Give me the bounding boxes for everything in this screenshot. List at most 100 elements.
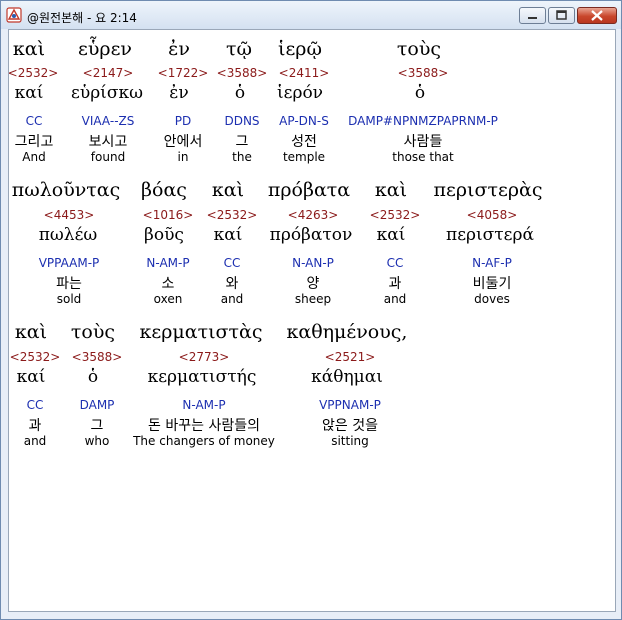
greek-word: πρόβατα [267,179,351,201]
korean-gloss: 양 [306,276,320,292]
lemma-word: περιστερά [446,225,534,245]
strong-number[interactable]: <1016> [143,208,194,222]
greek-word: καθημένους, [286,321,408,343]
app-window: @원전본해 - 요 2:14 καὶ <2532> καί CC 그리고 And… [0,0,622,620]
english-gloss: The changers of money [133,434,275,448]
english-gloss: sold [56,292,82,306]
korean-gloss: 과 [28,418,42,434]
title-bar[interactable]: @원전본해 - 요 2:14 [1,1,621,29]
parsing-code: CC [26,398,44,412]
strong-number[interactable]: <2147> [83,66,134,80]
greek-word: καὶ [211,179,245,201]
lemma-word: πωλέω [38,225,98,245]
korean-gloss: 와 [225,276,239,292]
greek-word: τῷ [225,38,253,60]
greek-word: καὶ [374,179,408,201]
greek-word: πωλοῦντας [11,179,121,201]
greek-word: κερματιστὰς [139,321,263,343]
interlinear-panel: καὶ <2532> καί CC 그리고 And εὗρεν <2147> ε… [8,29,616,612]
korean-gloss: 과 [388,276,402,292]
parsing-code: N-AM-P [146,256,190,270]
korean-gloss: 보시고 [88,134,128,150]
close-icon [591,10,603,21]
maximize-button[interactable] [548,7,575,24]
lemma-word: καί [376,225,406,245]
english-gloss: in [177,150,189,164]
lemma-word: ὁ [234,83,246,103]
korean-gloss: 앉은 것을 [322,418,378,434]
close-button[interactable] [577,7,617,24]
parsing-code: N-AM-P [182,398,226,412]
greek-word: περιστερὰς [433,179,543,201]
parsing-code: DAMP [79,398,115,412]
english-gloss: and [220,292,244,306]
strong-number[interactable]: <4058> [467,208,518,222]
english-gloss: and [383,292,407,306]
lemma-word: ἐν [169,83,189,103]
english-gloss: those that [392,150,454,164]
parsing-code: N-AN-P [292,256,334,270]
english-gloss: found [90,150,126,164]
english-gloss: sheep [294,292,332,306]
strong-number[interactable]: <1722> [158,66,209,80]
greek-word: βόας [141,179,187,201]
minimize-button[interactable] [519,7,546,24]
greek-word: ἐν [168,38,190,60]
korean-gloss: 그리고 [14,134,54,150]
korean-gloss: 비둘기 [472,276,512,292]
greek-word: τοὺς [396,38,442,60]
lemma-word: ὁ [87,367,99,387]
english-gloss: the [232,150,252,164]
english-gloss: doves [474,292,510,306]
lemma-word: ἱερόν [276,83,324,103]
parsing-code: VPPAAM-P [38,256,100,270]
strong-number[interactable]: <2532> [9,66,58,80]
parsing-code: PD [174,114,192,128]
strong-number[interactable]: <2521> [325,350,376,364]
korean-gloss: 사람들 [403,134,443,150]
korean-gloss: 그 [90,418,104,434]
korean-gloss: 성전 [291,134,317,150]
parsing-code: VIAA--ZS [81,114,135,128]
parsing-code: N-AF-P [472,256,512,270]
strong-number[interactable]: <3588> [398,66,449,80]
strong-number[interactable]: <3588> [217,66,268,80]
korean-gloss: 소 [161,276,175,292]
lemma-word: κερματιστής [147,367,257,387]
greek-word: τοὺς [70,321,116,343]
parsing-code: VPPNAM-P [319,398,381,412]
greek-word: καὶ [12,38,46,60]
parsing-code: CC [25,114,43,128]
maximize-icon [556,10,567,20]
greek-word: εὗρεν [78,38,132,60]
lemma-word: καί [14,83,44,103]
english-gloss: and [23,434,47,448]
strong-number[interactable]: <3588> [72,350,123,364]
lemma-word: καί [16,367,46,387]
lemma-word: καί [213,225,243,245]
strong-number[interactable]: <2532> [370,208,421,222]
window-title: @원전본해 - 요 2:14 [27,11,137,25]
lemma-word: ὁ [414,83,426,103]
strong-number[interactable]: <2532> [207,208,258,222]
parsing-code: DDNS [224,114,260,128]
greek-word: ἱερῷ [278,38,322,60]
korean-gloss: 안에서 [163,134,203,150]
strong-number[interactable]: <4453> [44,208,95,222]
korean-gloss: 파는 [56,276,82,292]
parsing-code: AP-DN-S [279,114,329,128]
greek-word: καὶ [14,321,48,343]
strong-number[interactable]: <2773> [179,350,230,364]
english-gloss: temple [282,150,326,164]
strong-number[interactable]: <4263> [288,208,339,222]
lemma-word: εὑρίσκω [71,83,143,103]
lemma-word: βοῦς [144,225,184,245]
strong-number[interactable]: <2532> [10,350,61,364]
korean-gloss: 돈 바꾸는 사람들의 [148,418,260,434]
parsing-code: DAMP#NPNMZPAPRNM-P [348,114,498,128]
korean-gloss: 그 [235,134,249,150]
minimize-icon [528,17,537,19]
strong-number[interactable]: <2411> [279,66,330,80]
app-logo-icon [6,7,22,23]
lemma-word: πρόβατον [269,225,353,245]
